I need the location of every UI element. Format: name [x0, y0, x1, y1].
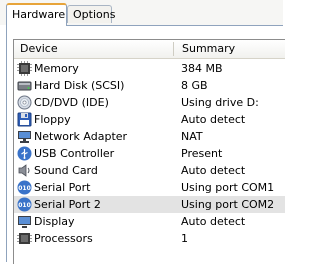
usb-controller-icon: [17, 146, 32, 161]
device-name: Display: [34, 215, 75, 228]
device-row-network-adapter[interactable]: Network Adapter NAT: [14, 128, 285, 145]
device-summary: Auto detect: [181, 164, 246, 177]
device-row-serial-port[interactable]: 010 Serial Port Using port COM1: [14, 179, 285, 196]
column-header-device[interactable]: Device: [20, 40, 58, 58]
svg-text:010: 010: [18, 185, 31, 192]
device-row-sound-card[interactable]: Sound Card Auto detect: [14, 162, 285, 179]
memory-icon: [17, 61, 32, 76]
floppy-icon: [17, 112, 32, 127]
device-summary: 384 MB: [181, 62, 223, 75]
tab-strip: Hardware Options: [0, 0, 283, 26]
device-summary: Present: [181, 147, 223, 160]
device-row-floppy[interactable]: Floppy Auto detect: [14, 111, 285, 128]
device-name: Network Adapter: [34, 130, 128, 143]
processor-icon: [17, 233, 32, 244]
device-name: Floppy: [34, 113, 71, 126]
device-name: Hard Disk (SCSI): [34, 79, 125, 92]
device-name: Sound Card: [34, 164, 98, 177]
device-row-display[interactable]: Display Auto detect: [14, 213, 285, 230]
device-summary: Using port COM2: [181, 198, 275, 211]
device-row-hard-disk[interactable]: Hard Disk (SCSI) 8 GB: [14, 77, 285, 94]
device-row-serial-port-2[interactable]: 010 Serial Port 2 Using port COM2: [14, 196, 285, 213]
device-name: USB Controller: [34, 147, 115, 160]
list-header: Device Summary: [14, 40, 285, 59]
device-summary: 1: [181, 232, 188, 245]
device-summary: Using drive D:: [181, 96, 259, 109]
tab-hardware[interactable]: Hardware: [6, 3, 67, 26]
device-row-cd-dvd[interactable]: CD/DVD (IDE) Using drive D:: [14, 94, 285, 111]
device-name: Processors: [34, 232, 93, 245]
hardware-panel: Device Summary Memory 384 MB Hard Disk (…: [6, 25, 285, 264]
device-row-usb-controller[interactable]: USB Controller Present: [14, 145, 285, 162]
device-summary: NAT: [181, 130, 203, 143]
device-list: Device Summary Memory 384 MB Hard Disk (…: [13, 39, 285, 264]
svg-text:010: 010: [18, 202, 31, 209]
column-separator[interactable]: [173, 42, 174, 56]
network-adapter-icon: [18, 131, 31, 143]
device-summary: Auto detect: [181, 113, 246, 126]
cd-dvd-icon: [17, 95, 32, 110]
column-header-summary[interactable]: Summary: [182, 40, 235, 58]
device-name: Memory: [34, 62, 79, 75]
display-icon: [18, 216, 31, 228]
hard-disk-icon: [17, 81, 32, 91]
serial-port-icon: 010: [17, 180, 32, 195]
device-summary: Auto detect: [181, 215, 246, 228]
device-name: CD/DVD (IDE): [34, 96, 109, 109]
device-summary: 8 GB: [181, 79, 208, 92]
tab-options[interactable]: Options: [67, 5, 115, 23]
device-name: Serial Port 2: [34, 198, 101, 211]
device-row-memory[interactable]: Memory 384 MB: [14, 60, 285, 77]
device-row-processors[interactable]: Processors 1: [14, 230, 285, 247]
sound-card-icon: [18, 164, 30, 177]
device-summary: Using port COM1: [181, 181, 275, 194]
device-name: Serial Port: [34, 181, 91, 194]
serial-port-icon: 010: [17, 197, 32, 212]
